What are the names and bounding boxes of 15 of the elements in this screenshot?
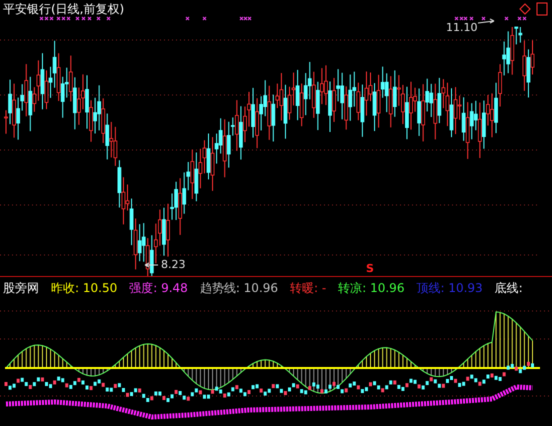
indicator-value: 转暖: -	[290, 280, 326, 296]
indicator-value: 转凉: 10.96	[338, 280, 404, 296]
signal-label: S	[366, 262, 374, 275]
indicator-value: 趋势线: 10.96	[200, 280, 278, 296]
indicator-value: 顶线: 10.93	[416, 280, 483, 296]
price-arrow-icon	[144, 262, 158, 268]
high-price-label: 11.10	[446, 21, 478, 34]
indicator-value: 昨收: 10.50	[51, 280, 118, 296]
indicator-name: 股旁网	[3, 280, 39, 296]
indicator-value: 底线:	[494, 280, 523, 296]
indicator-value: 强度: 9.48	[129, 280, 188, 296]
diamond-icon	[519, 3, 531, 15]
square-icon	[536, 2, 548, 16]
chart-title: 平安银行(日线,前复权)	[3, 1, 124, 18]
low-price-label: 8.23	[161, 258, 186, 271]
